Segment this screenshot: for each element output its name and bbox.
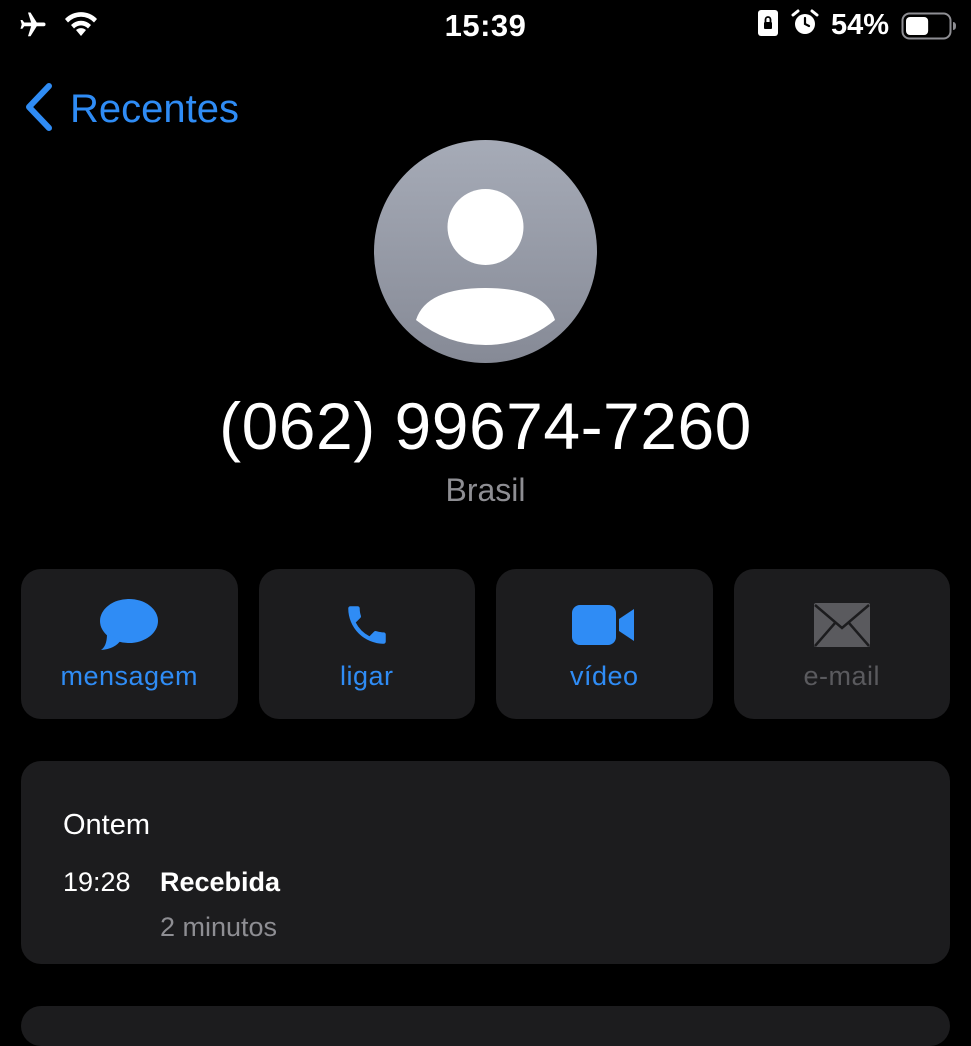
history-time: 19:28 [63,867,131,897]
message-bubble-icon [21,597,238,653]
chevron-left-icon [22,82,54,137]
battery-percentage: 54% [830,9,889,41]
alarm-icon [791,9,819,42]
email-button[interactable]: e-mail [733,569,951,719]
email-label: e-mail [803,661,880,691]
portrait-lock-icon [757,9,779,42]
message-label: mensagem [60,661,199,691]
call-history-card: Ontem 19:28 Recebida 2 minutos [21,761,950,964]
video-camera-icon [496,597,713,653]
status-bar: 15:39 54% [0,0,971,56]
avatar [374,140,597,363]
country-label: Brasil [445,472,526,508]
person-silhouette-icon [416,189,555,345]
back-button[interactable]: Recentes [22,82,239,137]
battery-icon [901,12,956,40]
call-button[interactable]: ligar [258,569,476,719]
video-button[interactable]: vídeo [496,569,713,719]
back-label: Recentes [70,87,239,131]
action-buttons: mensagem ligar vídeo e-mail [21,569,950,719]
history-date: Ontem [63,809,151,841]
next-section-card [21,1006,950,1046]
history-call-type: Recebida [160,867,281,897]
status-bar-right: 54% [757,9,956,42]
call-label: ligar [339,661,394,691]
history-duration: 2 minutos [160,912,278,942]
phone-number: (062) 99674-7260 [219,389,752,463]
envelope-icon [734,597,951,653]
phone-icon [259,597,476,653]
message-button[interactable]: mensagem [21,569,238,719]
video-label: vídeo [569,661,639,691]
